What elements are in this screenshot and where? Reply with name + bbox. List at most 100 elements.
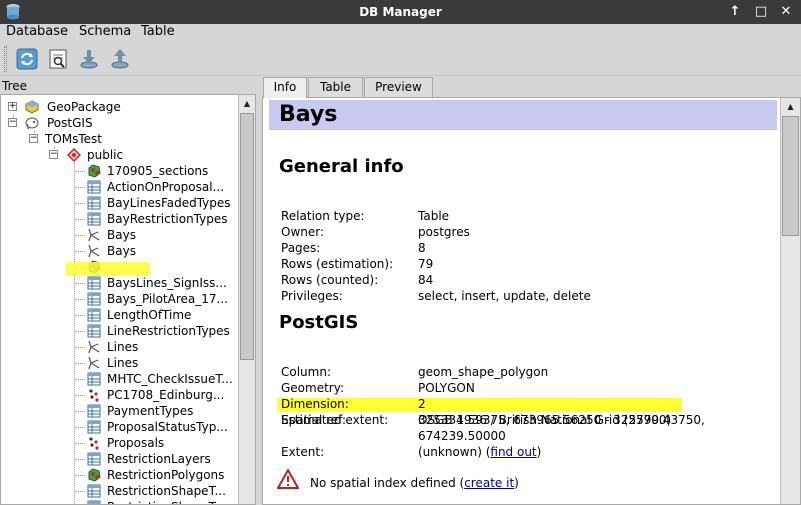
tree-guide <box>75 491 85 492</box>
tree-node-label: GeoPackage <box>47 100 121 114</box>
tree-guide <box>75 283 85 284</box>
tree-table-item[interactable]: 170905_sections <box>1 163 239 179</box>
tree-table-label: Lines <box>107 356 139 370</box>
tree-table-item[interactable]: RestrictionShapeT... <box>1 483 239 499</box>
info-scrollbar[interactable]: ▲ <box>780 98 800 504</box>
tree-node-geopackage[interactable]: + GeoPackage <box>1 99 239 115</box>
scrollbar-thumb[interactable] <box>240 113 254 360</box>
table-heading: Bays <box>279 102 338 127</box>
schema-icon <box>67 148 81 162</box>
tree-table-label: Bays <box>107 244 136 258</box>
tree-node-label: public <box>87 148 124 162</box>
tree-table-label: Bays <box>107 228 136 242</box>
tree-scrollbar[interactable]: ▲ <box>238 95 255 504</box>
tree-table-item[interactable]: ProposalStatusTyp... <box>1 419 239 435</box>
tree-table-item[interactable]: PaymentTypes <box>1 403 239 419</box>
tree-table-item[interactable]: BayLinesFadedTypes <box>1 195 239 211</box>
scroll-up-arrow-icon[interactable]: ▲ <box>239 97 255 111</box>
tree-table-item[interactable]: RestrictionShapeT... <box>1 499 239 504</box>
tree-table-label: BaysLines_SignIss... <box>107 276 227 290</box>
table-icon <box>87 292 101 306</box>
import-layer-icon <box>80 50 98 69</box>
window-titlebar: DB Manager ↑ □ ✕ <box>0 0 801 24</box>
export-layer-button[interactable] <box>107 47 133 71</box>
warning-icon <box>277 469 299 489</box>
point-layer-icon <box>87 436 101 450</box>
tree-table-label: Bays_PilotArea_17... <box>107 292 228 306</box>
collapse-icon[interactable]: − <box>49 150 58 159</box>
warning-close-paren: ) <box>514 476 519 490</box>
collapse-icon[interactable]: − <box>8 118 17 127</box>
tree-table-item[interactable]: LengthOfTime <box>1 307 239 323</box>
sql-window-icon <box>49 49 67 69</box>
tree-table-item[interactable]: RestrictionLayers <box>1 451 239 467</box>
tree-guide <box>75 459 85 460</box>
spatial-index-warning: No spatial index defined (create it) <box>310 475 519 491</box>
general-info-value: select, insert, update, delete <box>418 289 591 303</box>
tree-table-label: Lines <box>107 340 139 354</box>
tree-node-schema[interactable]: − public <box>1 147 239 163</box>
menu-schema[interactable]: Schema <box>79 24 131 40</box>
tree-table-item[interactable]: BayRestrictionTypes <box>1 211 239 227</box>
tree-guide <box>75 411 85 412</box>
tree-table-label: PaymentTypes <box>107 404 194 418</box>
menu-table[interactable]: Table <box>141 24 175 40</box>
refresh-button[interactable] <box>14 47 40 71</box>
tree-guide <box>75 331 85 332</box>
tree-table-item[interactable]: MHTC_CheckIssueT... <box>1 371 239 387</box>
tree-table-label: Proposals <box>107 436 165 450</box>
line-layer-icon <box>87 228 101 242</box>
tree-table-item[interactable]: ActionOnProposal... <box>1 179 239 195</box>
tree-table-label: RestrictionShapeT... <box>107 484 226 498</box>
expand-icon[interactable]: + <box>8 102 17 111</box>
tree-view[interactable]: + GeoPackage − PostGIS − TOMsTest − publ… <box>0 94 256 505</box>
general-info-key: Owner: <box>281 225 325 239</box>
line-layer-icon <box>87 340 101 354</box>
tree-guide <box>75 235 85 236</box>
tree-table-item[interactable]: Lines <box>1 355 239 371</box>
tree-table-item[interactable]: Bays_PilotArea_17... <box>1 291 239 307</box>
find-out-link[interactable]: find out <box>490 445 536 459</box>
tree-node-label: TOMsTest <box>45 132 103 146</box>
sql-window-button[interactable] <box>45 47 71 71</box>
polygon-layer-icon <box>87 164 101 178</box>
tree-table-item[interactable]: Bays <box>1 243 239 259</box>
window-close-button[interactable]: ✕ <box>777 3 795 21</box>
tab-preview[interactable]: Preview <box>364 77 433 97</box>
import-layer-button[interactable] <box>76 47 102 71</box>
tree-table-item[interactable]: Bays <box>1 227 239 243</box>
export-layer-icon <box>111 49 129 69</box>
tree-table-label: MHTC_CheckIssueT... <box>107 372 233 386</box>
tree-node-connection[interactable]: − TOMsTest <box>1 131 239 147</box>
tree-table-item[interactable]: BaysLines_SignIss... <box>1 275 239 291</box>
table-icon <box>87 324 101 338</box>
toolbar-grip[interactable] <box>4 46 7 72</box>
general-info-key: Pages: <box>281 241 321 255</box>
tree-table-item[interactable]: RestrictionPolygons <box>1 467 239 483</box>
tree-table-item[interactable]: LineRestrictionTypes <box>1 323 239 339</box>
polygon-layer-icon <box>87 468 101 482</box>
tree-table-item[interactable]: Proposals <box>1 435 239 451</box>
menu-bar: Database Schema Table <box>0 24 801 42</box>
refresh-icon <box>16 48 38 70</box>
tab-info[interactable]: Info <box>263 77 307 98</box>
window-maximize-button[interactable]: □ <box>752 3 770 21</box>
window-keep-above-button[interactable]: ↑ <box>726 3 744 21</box>
create-index-link[interactable]: create it <box>464 476 514 490</box>
estimated-extent-label: Estimated extent: <box>281 413 389 427</box>
tree-guide <box>75 203 85 204</box>
tree-table-label: PC1708_Edinburg... <box>107 388 225 402</box>
extent-close-paren: ) <box>536 445 542 459</box>
tree-table-label: BayLinesFadedTypes <box>107 196 231 210</box>
line-layer-icon <box>87 244 101 258</box>
tree-table-item[interactable]: Lines <box>1 339 239 355</box>
collapse-icon[interactable]: − <box>29 134 38 143</box>
scroll-up-arrow-icon[interactable]: ▲ <box>781 100 800 114</box>
tab-table[interactable]: Table <box>308 77 363 97</box>
tree-node-postgis[interactable]: − PostGIS <box>1 115 239 131</box>
tree-table-item[interactable]: PC1708_Edinburg... <box>1 387 239 403</box>
scrollbar-thumb[interactable] <box>782 116 799 236</box>
menu-database[interactable]: Database <box>6 24 68 40</box>
table-icon <box>87 420 101 434</box>
extent-unknown-text: (unknown) ( <box>418 445 491 459</box>
